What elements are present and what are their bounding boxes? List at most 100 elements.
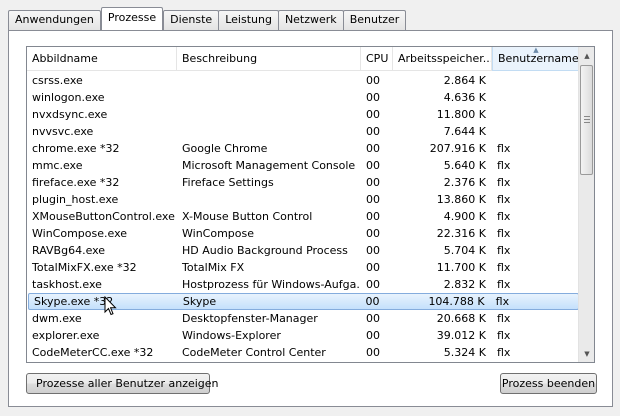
cell-description: WinCompose xyxy=(182,227,254,240)
table-row[interactable]: taskhost.exe Hostprozess für Windows-Aufg… xyxy=(27,276,580,293)
cell-memory: 11.800 K xyxy=(436,108,486,121)
cell-image: nvvsvc.exe xyxy=(32,125,94,138)
cell-description: Microsoft Management Console xyxy=(182,159,356,172)
cell-cpu: 00 xyxy=(366,176,380,189)
cell-image: nvxdsync.exe xyxy=(32,108,108,121)
table-row[interactable]: RAVBg64.exe HD Audio Background Process 00… xyxy=(27,242,580,259)
cell-user: flx xyxy=(497,329,511,342)
cell-memory: 11.700 K xyxy=(436,261,486,274)
cell-memory: 4.636 K xyxy=(443,91,486,104)
cell-memory: 22.316 K xyxy=(436,227,486,240)
cell-user xyxy=(492,106,580,123)
cell-memory: 13.860 K xyxy=(436,193,486,206)
column-header-image[interactable]: Abbildname xyxy=(27,47,177,71)
cell-description xyxy=(177,89,361,106)
cell-memory: 2.376 K xyxy=(443,176,486,189)
table-row[interactable]: csrss.exe 00 2.864 K xyxy=(27,72,580,89)
show-all-users-button[interactable]: Prozesse aller Benutzer anzeigen xyxy=(26,373,219,394)
cell-description: X-Mouse Button Control xyxy=(182,210,313,223)
cell-memory: 2.864 K xyxy=(443,74,486,87)
sort-ascending-icon: ▲ xyxy=(533,47,539,54)
cell-cpu: 00 xyxy=(366,329,380,342)
cell-cpu: 00 xyxy=(366,142,380,155)
cell-cpu: 00 xyxy=(366,91,380,104)
cell-cpu: 00 xyxy=(366,108,380,121)
cell-image: WinCompose.exe xyxy=(32,227,128,240)
cell-description: Google Chrome xyxy=(182,142,268,155)
table-row[interactable]: plugin_host.exe 00 13.860 K flx xyxy=(27,191,580,208)
cell-image: mmc.exe xyxy=(32,159,83,172)
cell-description xyxy=(177,106,361,123)
cell-cpu: 00 xyxy=(366,125,380,138)
cell-cpu: 00 xyxy=(366,244,380,257)
tab-benutzer[interactable]: Benutzer xyxy=(342,10,407,30)
cell-user: flx xyxy=(497,142,511,155)
cell-image: taskhost.exe xyxy=(32,278,102,291)
table-row[interactable]: mmc.exe Microsoft Management Console 00 5.6… xyxy=(27,157,580,174)
cell-image: fireface.exe *32 xyxy=(32,176,120,189)
cell-description xyxy=(177,72,361,89)
scroll-thumb[interactable] xyxy=(580,65,593,175)
table-row[interactable]: winlogon.exe 00 4.636 K xyxy=(27,89,580,106)
column-header-user[interactable]: ▲ Benutzername xyxy=(492,47,580,71)
scroll-down-button[interactable]: ▼ xyxy=(579,345,594,362)
cell-user: flx xyxy=(497,261,511,274)
table-row[interactable]: explorer.exe Windows-Explorer 00 39.012 K fl… xyxy=(27,327,580,344)
cell-image: RAVBg64.exe xyxy=(32,244,106,257)
mouse-pointer-icon xyxy=(104,296,117,316)
cell-user xyxy=(492,89,580,106)
column-header-cpu[interactable]: CPU xyxy=(361,47,393,71)
scroll-up-button[interactable]: ▲ xyxy=(579,47,594,64)
table-row[interactable]: chrome.exe *32 Google Chrome 00 207.916 K fl… xyxy=(27,140,580,157)
cell-cpu: 00 xyxy=(366,74,380,87)
table-row[interactable]: CodeMeterCC.exe *32 CodeMeter Control Cen… xyxy=(27,344,580,361)
tab-anwendungen[interactable]: Anwendungen xyxy=(8,10,101,30)
cell-cpu: 00 xyxy=(366,193,380,206)
show-all-users-label: Prozesse aller Benutzer anzeigen xyxy=(36,377,219,390)
table-row[interactable]: WinCompose.exe WinCompose 00 22.316 K flx xyxy=(27,225,580,242)
cell-memory: 39.012 K xyxy=(436,329,486,342)
table-row[interactable]: nvxdsync.exe 00 11.800 K xyxy=(27,106,580,123)
vertical-scrollbar[interactable]: ▲ ▼ xyxy=(578,47,594,362)
cell-cpu: 00 xyxy=(366,278,380,291)
cell-user xyxy=(492,123,580,140)
cell-cpu: 00 xyxy=(366,210,380,223)
cell-memory: 104.788 K xyxy=(428,295,485,308)
cell-cpu: 00 xyxy=(365,295,380,308)
column-header-description[interactable]: Beschreibung xyxy=(177,47,361,71)
cell-user: flx xyxy=(497,312,511,325)
tab-leistung[interactable]: Leistung xyxy=(218,10,279,30)
end-process-label: Prozess beenden xyxy=(501,377,596,390)
cell-description: Hostprozess für Windows-Aufga... xyxy=(182,278,361,291)
cell-user: flx xyxy=(497,159,511,172)
cell-image: winlogon.exe xyxy=(32,91,105,104)
cell-image: CodeMeterCC.exe *32 xyxy=(32,346,154,359)
end-process-button[interactable]: Prozess beenden xyxy=(500,373,597,394)
cell-user: flx xyxy=(497,244,511,257)
cell-description: CodeMeter Control Center xyxy=(182,346,326,359)
cell-cpu: 00 xyxy=(366,346,380,359)
cell-memory: 7.644 K xyxy=(443,125,486,138)
table-row[interactable]: TotalMixFX.exe *32 TotalMix FX 00 11.700 K f… xyxy=(27,259,580,276)
table-row[interactable]: XMouseButtonControl.exe X-Mouse Button Co… xyxy=(27,208,580,225)
cell-image: TotalMixFX.exe *32 xyxy=(32,261,137,274)
tab-prozesse[interactable]: Prozesse xyxy=(100,7,164,30)
cell-description: Skype xyxy=(182,295,217,308)
cell-memory: 5.704 K xyxy=(443,244,486,257)
table-row[interactable]: fireface.exe *32 Fireface Settings 00 2.376… xyxy=(27,174,580,191)
cell-cpu: 00 xyxy=(366,159,380,172)
table-row[interactable]: nvvsvc.exe 00 7.644 K xyxy=(27,123,580,140)
cell-user: flx xyxy=(497,346,511,359)
cell-image: dwm.exe xyxy=(32,312,82,325)
tab-dienste[interactable]: Dienste xyxy=(163,10,220,30)
cell-description: Windows-Explorer xyxy=(182,329,281,342)
cell-user: flx xyxy=(497,176,511,189)
tab-netzwerk[interactable]: Netzwerk xyxy=(277,10,344,30)
cell-memory: 5.640 K xyxy=(443,159,486,172)
column-header-memory[interactable]: Arbeitsspeicher... xyxy=(393,47,492,71)
cell-image: explorer.exe xyxy=(32,329,100,342)
cell-description: HD Audio Background Process xyxy=(182,244,348,257)
cell-description xyxy=(177,123,361,140)
cell-memory: 2.832 K xyxy=(443,278,486,291)
cell-cpu: 00 xyxy=(366,261,380,274)
